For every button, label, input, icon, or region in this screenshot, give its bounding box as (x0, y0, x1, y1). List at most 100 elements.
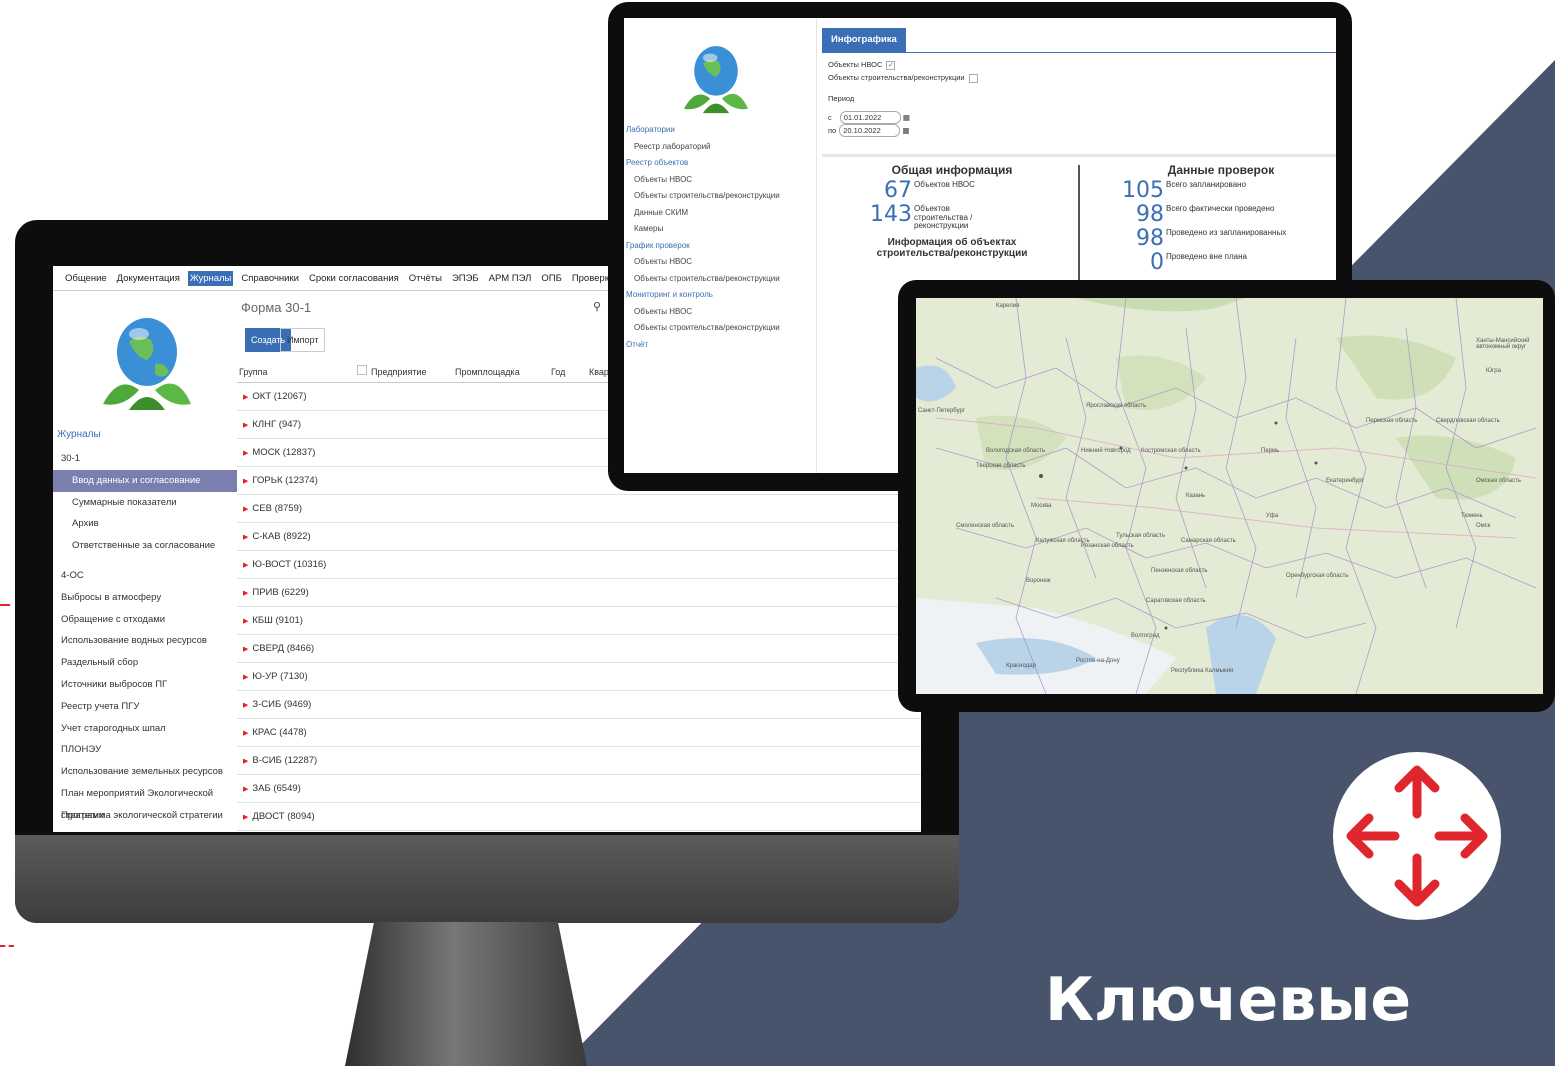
column-header-site[interactable]: Промплощадка (455, 367, 520, 377)
map-place-label: Вологодская область (986, 448, 1046, 454)
table-row[interactable]: ▶ С-КАВ (8922) (237, 523, 921, 551)
nav-item[interactable]: ЭПЭБ (450, 271, 481, 286)
expand-caret-icon[interactable]: ▶ (243, 786, 248, 793)
row-label: КРАС (4478) (252, 727, 307, 738)
nav-section-heading[interactable]: Мониторинг и контроль (624, 287, 816, 304)
date-to-input[interactable]: 20.10.2022 (839, 124, 901, 137)
table-row[interactable]: ▶ КРАС (4478) (237, 719, 921, 747)
nav-link[interactable]: Объекты НВОС (624, 304, 816, 321)
nav-section-heading[interactable]: Лаборатории (624, 122, 816, 139)
table-row[interactable]: ▶ З-СИБ (9469) (237, 691, 921, 719)
expand-caret-icon[interactable]: ▶ (243, 590, 248, 597)
expand-caret-icon[interactable]: ▶ (243, 730, 248, 737)
import-button[interactable]: Импорт (280, 328, 326, 352)
stat-inspection: 105 Всего запланировано (1106, 179, 1336, 203)
sidebar-item[interactable]: Источники выбросов ПГ (53, 674, 237, 696)
nav-item[interactable]: Сроки согласования (307, 271, 401, 286)
column-header-year[interactable]: Год (551, 367, 565, 377)
nav-section-heading[interactable]: График проверок (624, 238, 816, 255)
nav-link[interactable]: Объекты строительства/реконструкции (624, 320, 816, 337)
nav-section-heading[interactable]: Реестр объектов (624, 155, 816, 172)
stat-label: Всего фактически проведено (1166, 204, 1275, 213)
expand-caret-icon[interactable]: ▶ (243, 506, 248, 513)
expand-caret-icon[interactable]: ▶ (243, 450, 248, 457)
nav-item[interactable]: ОПБ (539, 271, 563, 286)
nav-link[interactable]: Камеры (624, 221, 816, 238)
stat-value: 98 (1136, 226, 1164, 251)
table-row[interactable]: ▶ СЕВ (8759) (237, 495, 921, 523)
table-row[interactable]: ▶ Ю-УР (7130) (237, 663, 921, 691)
map-place-label: Тульская область (1116, 533, 1166, 539)
map-place-label: Республика Калмыкия (1171, 668, 1234, 674)
sidebar-item[interactable]: Обращение с отходами (53, 609, 237, 631)
sidebar-item[interactable]: Ввод данных и согласование (53, 469, 237, 492)
page-title: Форма 30-1 (241, 300, 312, 315)
filter-construction-checkbox[interactable] (968, 73, 978, 83)
sidebar-item[interactable]: Суммарные показатели (53, 492, 237, 514)
calendar-icon[interactable]: ▦ (902, 126, 909, 135)
tab-infographics[interactable]: Инфографика (822, 28, 906, 52)
sidebar-item[interactable]: Использование земельных ресурсов (53, 761, 237, 783)
sidebar-item[interactable]: 4-ОС (53, 565, 237, 587)
nav-link[interactable]: Реестр лабораторий (624, 139, 816, 156)
nav-item[interactable]: Отчёты (407, 271, 444, 286)
sidebar-item[interactable]: Реестр учета ПГУ (53, 696, 237, 718)
table-row[interactable]: ▶ КБШ (9101) (237, 607, 921, 635)
dashboard-nav: Лаборатории Реестр лабораторий Реестр объе… (624, 122, 816, 353)
sidebar-item[interactable]: Раздельный сбор (53, 652, 237, 674)
nav-item[interactable]: Документация (115, 271, 182, 286)
nav-item[interactable]: Справочники (239, 271, 301, 286)
inspections-info: Данные проверок 105 Всего запланировано 98… (1106, 163, 1336, 275)
nav-link[interactable]: Объекты НВОС (624, 172, 816, 189)
expand-caret-icon[interactable]: ▶ (243, 534, 248, 541)
expand-caret-icon[interactable]: ▶ (243, 702, 248, 709)
expand-caret-icon[interactable]: ▶ (243, 618, 248, 625)
nav-link[interactable]: Объекты НВОС (624, 254, 816, 271)
sidebar-item[interactable]: Учет старогодных шпал (53, 718, 237, 740)
sidebar-item[interactable]: Использование водных ресурсов (53, 630, 237, 652)
map-place-label: Смоленская область (956, 523, 1015, 529)
table-row[interactable]: ▶ СВЕРД (8466) (237, 635, 921, 663)
sidebar-item[interactable]: Выбросы в атмосферу (53, 587, 237, 609)
expand-caret-icon[interactable]: ▶ (243, 422, 248, 429)
nav-link[interactable]: Данные СКИМ (624, 205, 816, 222)
column-header-group[interactable]: Группа (239, 367, 268, 377)
table-row[interactable]: ▶ ДВОСТ (8094) (237, 803, 921, 831)
expand-caret-icon[interactable]: ▶ (243, 814, 248, 821)
nav-link[interactable]: Объекты строительства/реконструкции (624, 188, 816, 205)
table-row[interactable]: ▶ Ю-ВОСТ (10316) (237, 551, 921, 579)
date-to-label: по (828, 126, 837, 135)
sidebar-item[interactable]: Программа экологической стратегии (53, 805, 237, 827)
map-screen[interactable]: Санкт-Петербург Вологодская область Костро… (916, 298, 1543, 694)
table-row[interactable]: ▶ ЗАБ (6549) (237, 775, 921, 803)
nav-item[interactable]: Журналы (187, 270, 234, 286)
sidebar-item[interactable]: ПЛОНЭУ (53, 739, 237, 761)
nav-link[interactable]: Объекты строительства/реконструкции (624, 271, 816, 288)
filter-construction-label: Объекты строительства/реконструкции (828, 73, 965, 82)
sidebar-item[interactable]: План мероприятий Экологической стратегии (53, 783, 237, 821)
expand-caret-icon[interactable]: ▶ (243, 758, 248, 765)
nav-item[interactable]: АРМ ПЭЛ (487, 271, 534, 286)
expand-caret-icon[interactable]: ▶ (243, 562, 248, 569)
globe-leaves-logo-small (684, 46, 748, 114)
general-info-title: Общая информация (891, 163, 1013, 177)
select-all-checkbox[interactable] (357, 365, 367, 375)
date-from-input[interactable]: 01.01.2022 (839, 111, 901, 124)
map-place-label: Уфа (1266, 513, 1279, 519)
map-place-label: Краснодар (1006, 663, 1036, 669)
expand-caret-icon[interactable]: ▶ (243, 394, 248, 401)
search-icon[interactable]: ⚲ (593, 300, 601, 313)
table-row[interactable]: ▶ В-СИБ (12287) (237, 747, 921, 775)
expand-caret-icon[interactable]: ▶ (243, 674, 248, 681)
sidebar-item[interactable]: Ответственные за согласование (53, 535, 237, 557)
nav-section-heading[interactable]: Отчёт (624, 337, 816, 354)
filter-nvos-checkbox[interactable]: ✓ (886, 60, 896, 70)
expand-caret-icon[interactable]: ▶ (243, 478, 248, 485)
table-row[interactable]: ▶ ПРИВ (6229) (237, 579, 921, 607)
expand-caret-icon[interactable]: ▶ (243, 646, 248, 653)
column-header-enterprise[interactable]: Предприятие (371, 367, 426, 377)
sidebar-item[interactable]: 30-1 (53, 448, 237, 470)
calendar-icon[interactable]: ▦ (903, 113, 910, 122)
nav-item[interactable]: Общение (63, 271, 109, 286)
sidebar-item[interactable]: Архив (53, 513, 237, 535)
